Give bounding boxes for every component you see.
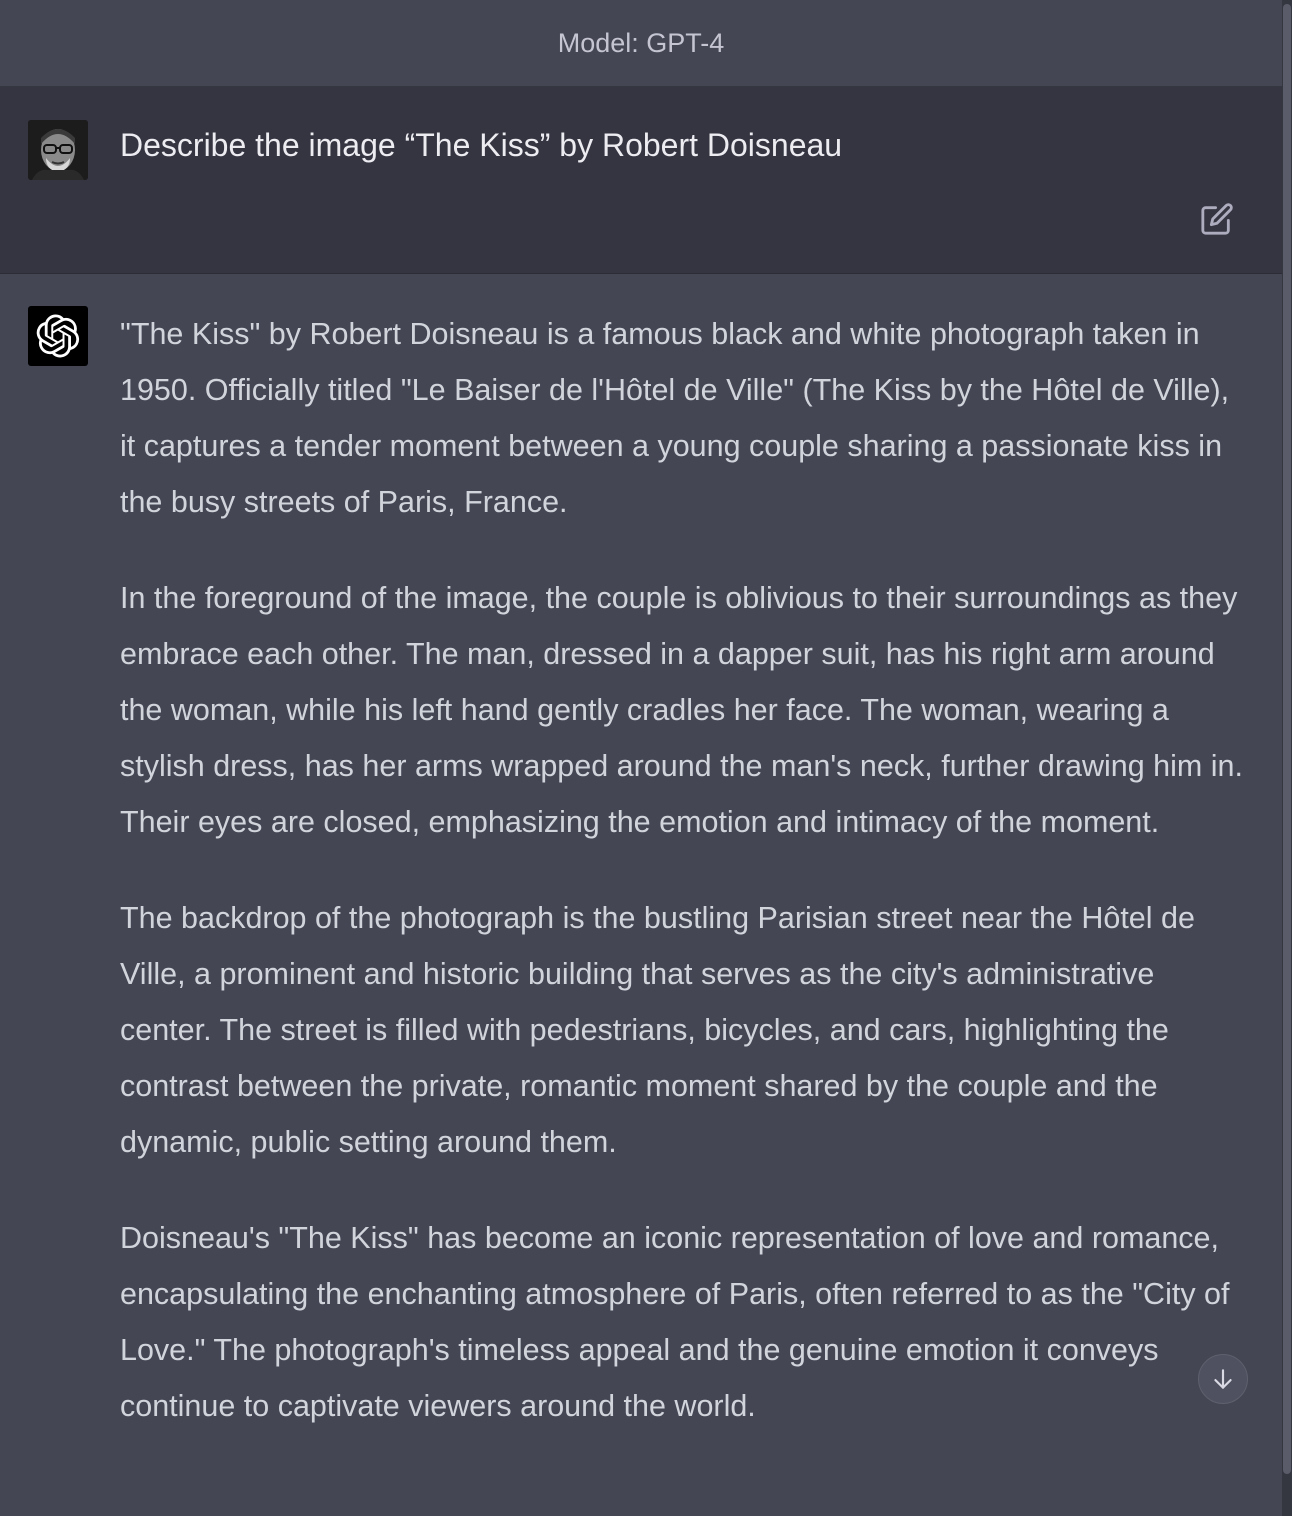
edit-icon: [1201, 203, 1233, 235]
assistant-message-text: "The Kiss" by Robert Doisneau is a famou…: [120, 306, 1250, 1474]
model-header: Model: GPT-4: [0, 0, 1282, 87]
user-message: Describe the image “The Kiss” by Robert …: [0, 87, 1282, 274]
user-avatar: [28, 120, 88, 180]
scroll-to-bottom-button[interactable]: [1198, 1354, 1248, 1404]
arrow-down-icon: [1214, 1369, 1232, 1389]
user-message-text: Describe the image “The Kiss” by Robert …: [120, 127, 843, 163]
answer-paragraph: In the foreground of the image, the coup…: [120, 581, 1243, 839]
user-photo-avatar-icon: [28, 120, 88, 180]
answer-paragraph: Doisneau's "The Kiss" has become an icon…: [120, 1221, 1230, 1423]
openai-logo-icon: [36, 314, 80, 358]
assistant-avatar: [28, 306, 88, 366]
model-label: Model: GPT-4: [557, 27, 725, 58]
chat-window: Model: GPT-4 Describe the image “The Kis…: [0, 0, 1292, 1516]
answer-paragraph: "The Kiss" by Robert Doisneau is a famou…: [120, 317, 1230, 519]
edit-message-button[interactable]: [1196, 198, 1238, 240]
assistant-message: "The Kiss" by Robert Doisneau is a famou…: [0, 274, 1282, 1516]
scrollbar-thumb[interactable]: [1283, 4, 1291, 1474]
answer-paragraph: The backdrop of the photograph is the bu…: [120, 901, 1195, 1159]
